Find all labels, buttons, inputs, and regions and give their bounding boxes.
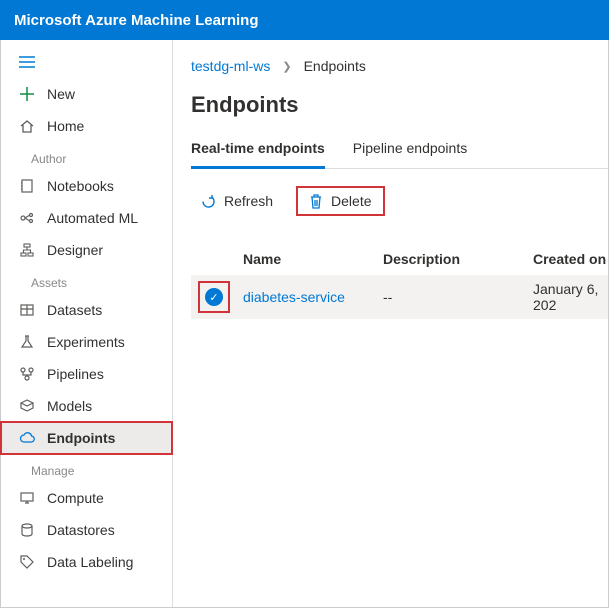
- sidebar-item-datasets[interactable]: Datasets: [1, 294, 172, 326]
- breadcrumb-workspace[interactable]: testdg-ml-ws: [191, 58, 270, 74]
- tag-icon: [19, 555, 35, 569]
- refresh-icon: [201, 194, 216, 209]
- delete-button[interactable]: Delete: [297, 187, 383, 215]
- sidebar-item-label: Pipelines: [47, 366, 104, 382]
- datasets-icon: [19, 303, 35, 317]
- col-check: [191, 251, 243, 267]
- col-created-header[interactable]: Created on: [533, 251, 608, 267]
- sidebar-item-label: Automated ML: [47, 210, 138, 226]
- sidebar-item-datalabeling[interactable]: Data Labeling: [1, 546, 172, 578]
- compute-icon: [19, 491, 35, 505]
- endpoint-created: January 6, 202: [533, 281, 608, 313]
- sidebar-item-label: Models: [47, 398, 92, 414]
- hamburger-icon[interactable]: [1, 48, 172, 78]
- pipelines-icon: [19, 367, 35, 381]
- sidebar-item-label: Datastores: [47, 522, 115, 538]
- product-title: Microsoft Azure Machine Learning: [14, 12, 258, 29]
- home-icon: [19, 119, 35, 133]
- sidebar-section-manage: Manage: [1, 454, 172, 482]
- delete-label: Delete: [331, 193, 371, 209]
- table-header: Name Description Created on: [191, 243, 608, 275]
- sidebar-item-automl[interactable]: Automated ML: [1, 202, 172, 234]
- sidebar-item-compute[interactable]: Compute: [1, 482, 172, 514]
- sidebar-item-label: Experiments: [47, 334, 125, 350]
- sidebar-item-models[interactable]: Models: [1, 390, 172, 422]
- sidebar-item-label: Data Labeling: [47, 554, 133, 570]
- sidebar-item-notebooks[interactable]: Notebooks: [1, 170, 172, 202]
- endpoint-description: --: [383, 289, 533, 305]
- sidebar-item-label: Designer: [47, 242, 103, 258]
- sidebar-item-endpoints[interactable]: Endpoints: [1, 422, 172, 454]
- sidebar-item-datastores[interactable]: Datastores: [1, 514, 172, 546]
- sidebar-item-label: Datasets: [47, 302, 102, 318]
- azure-header: Microsoft Azure Machine Learning: [0, 0, 609, 40]
- cloud-icon: [19, 431, 35, 445]
- page-title: Endpoints: [191, 92, 608, 118]
- trash-icon: [309, 194, 323, 209]
- refresh-button[interactable]: Refresh: [191, 188, 283, 214]
- plus-icon: [19, 87, 35, 101]
- sidebar-item-label: Endpoints: [47, 430, 115, 446]
- table-row[interactable]: ✓ diabetes-service -- January 6, 202: [191, 275, 608, 319]
- toolbar: Refresh Delete: [191, 187, 608, 215]
- col-description-header[interactable]: Description: [383, 251, 533, 267]
- datastores-icon: [19, 523, 35, 537]
- sidebar-section-author: Author: [1, 142, 172, 170]
- endpoint-name-link[interactable]: diabetes-service: [243, 289, 383, 305]
- sidebar-item-label: New: [47, 86, 75, 102]
- row-checkbox-cell[interactable]: ✓: [191, 282, 243, 312]
- flask-icon: [19, 335, 35, 349]
- designer-icon: [19, 243, 35, 257]
- sidebar-item-label: Compute: [47, 490, 104, 506]
- sidebar-item-experiments[interactable]: Experiments: [1, 326, 172, 358]
- breadcrumb: testdg-ml-ws ❯ Endpoints: [191, 58, 608, 74]
- tabs: Real-time endpoints Pipeline endpoints: [191, 136, 608, 169]
- sidebar-section-assets: Assets: [1, 266, 172, 294]
- automl-icon: [19, 211, 35, 225]
- sidebar-item-label: Notebooks: [47, 178, 114, 194]
- sidebar-item-pipelines[interactable]: Pipelines: [1, 358, 172, 390]
- refresh-label: Refresh: [224, 193, 273, 209]
- tab-realtime-endpoints[interactable]: Real-time endpoints: [191, 136, 325, 169]
- app-shell: New Home Author Notebooks Automated ML: [0, 40, 609, 608]
- breadcrumb-current: Endpoints: [304, 58, 366, 74]
- main-content: testdg-ml-ws ❯ Endpoints Endpoints Real-…: [173, 40, 608, 607]
- sidebar: New Home Author Notebooks Automated ML: [1, 40, 173, 607]
- chevron-right-icon: ❯: [282, 60, 291, 73]
- sidebar-item-new[interactable]: New: [1, 78, 172, 110]
- tab-pipeline-endpoints[interactable]: Pipeline endpoints: [353, 136, 467, 168]
- notebook-icon: [19, 179, 35, 193]
- checked-icon[interactable]: ✓: [205, 288, 223, 306]
- sidebar-item-label: Home: [47, 118, 84, 134]
- models-icon: [19, 399, 35, 413]
- sidebar-item-designer[interactable]: Designer: [1, 234, 172, 266]
- col-name-header[interactable]: Name: [243, 251, 383, 267]
- sidebar-item-home[interactable]: Home: [1, 110, 172, 142]
